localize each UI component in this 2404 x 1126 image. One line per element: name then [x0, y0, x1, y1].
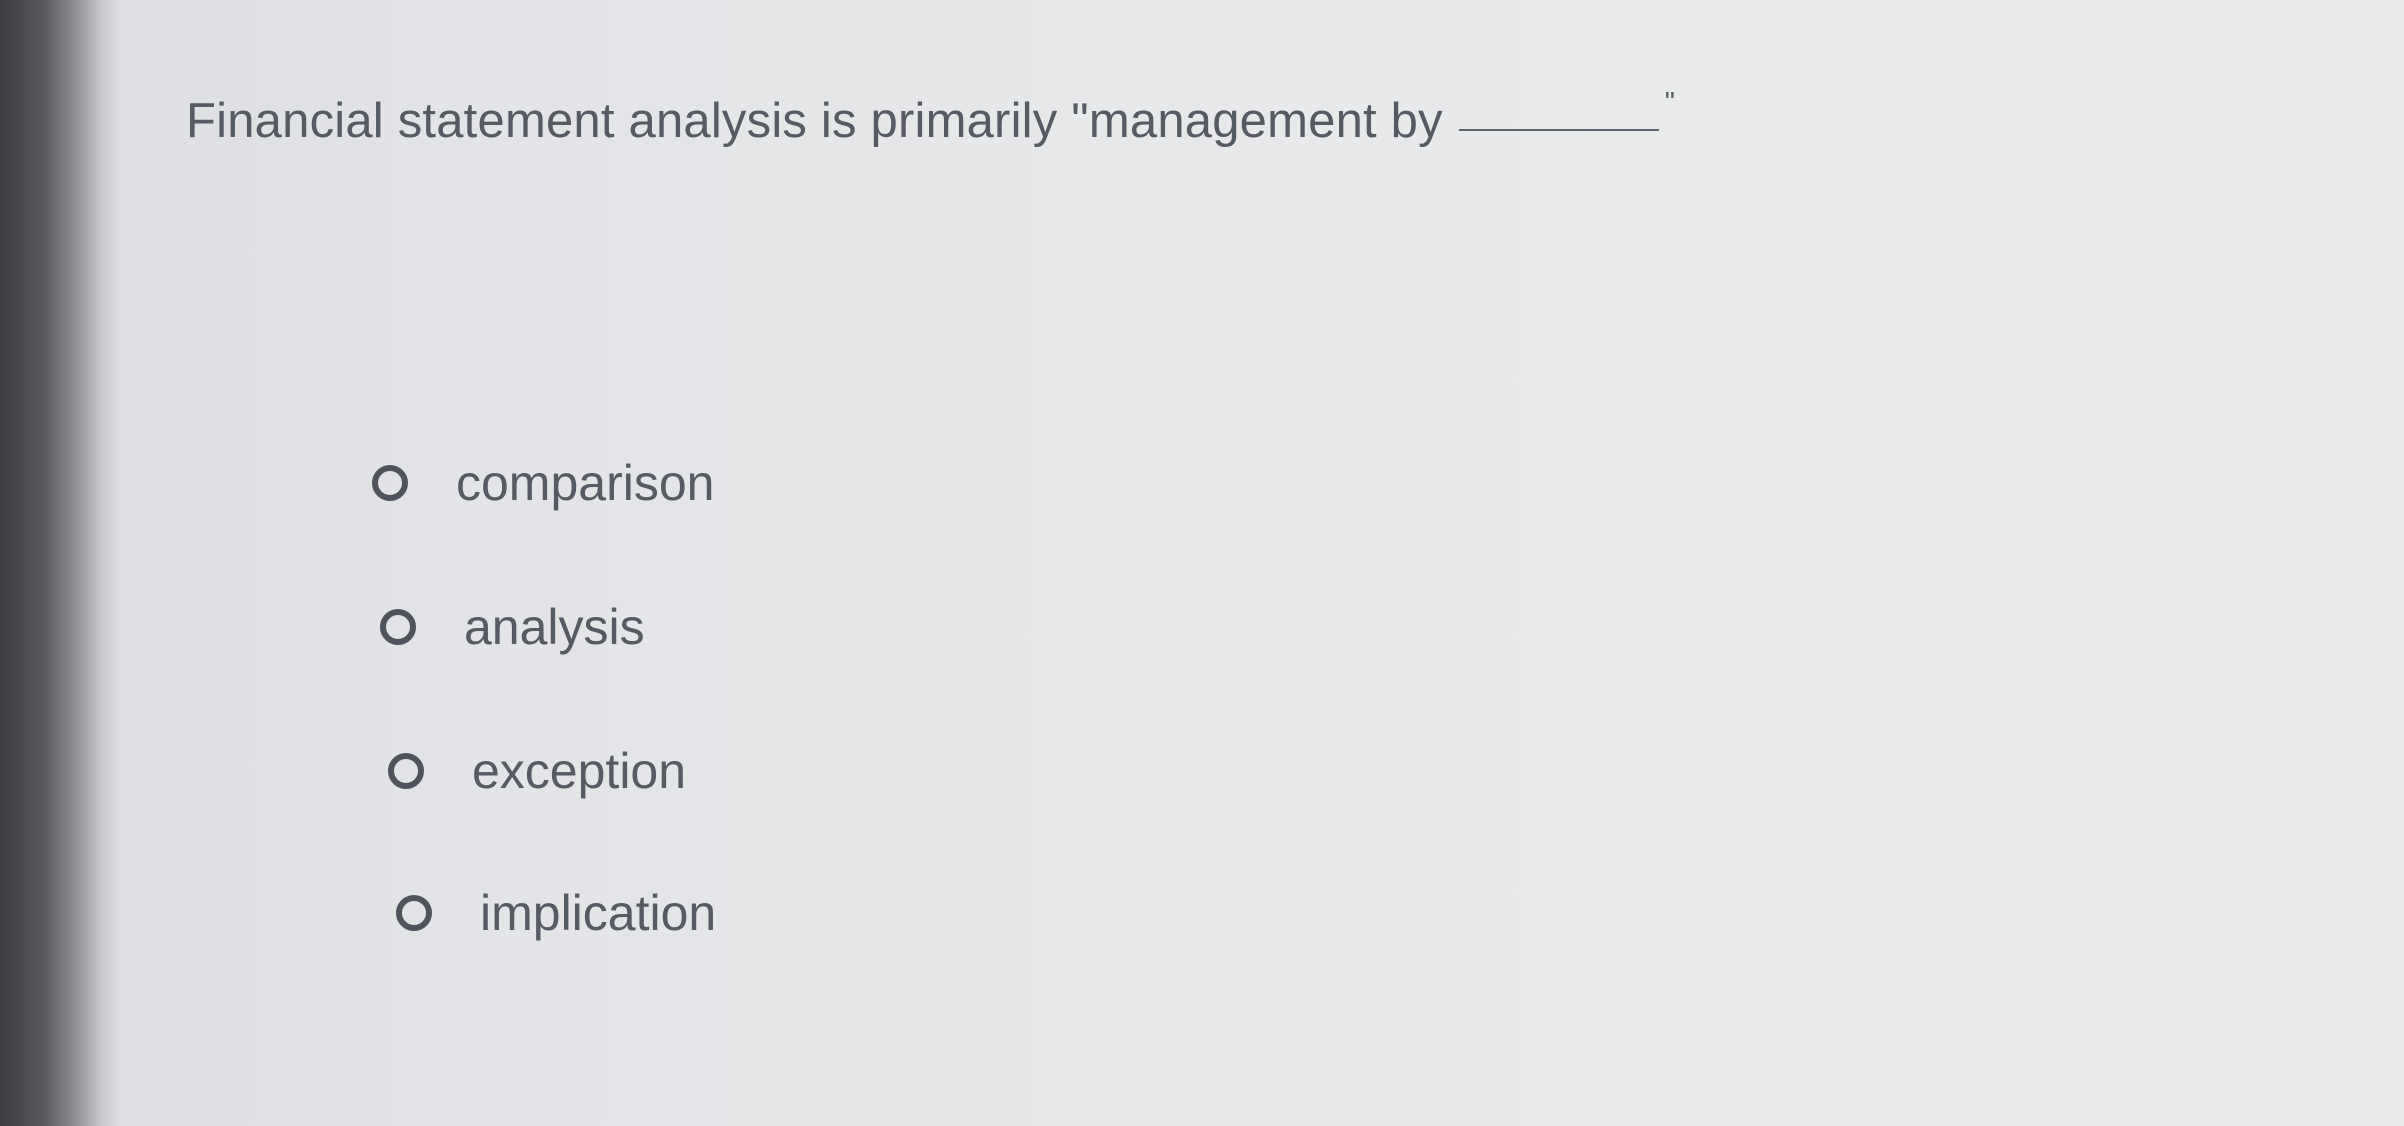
radio-button-icon[interactable] [388, 753, 424, 789]
answer-options: comparison analysis exception implicatio… [0, 0, 2404, 1126]
radio-button-icon[interactable] [380, 609, 416, 645]
radio-button-icon[interactable] [372, 465, 408, 501]
option-exception[interactable]: exception [388, 746, 686, 796]
option-label: comparison [456, 455, 715, 511]
screen: Financial statement analysis is primaril… [0, 0, 2404, 1126]
option-label: exception [472, 743, 687, 799]
option-label: analysis [464, 599, 645, 655]
option-label: implication [480, 885, 717, 941]
radio-button-icon[interactable] [396, 895, 432, 931]
option-comparison[interactable]: comparison [372, 458, 714, 508]
option-implication[interactable]: implication [396, 888, 716, 938]
option-analysis[interactable]: analysis [380, 602, 645, 652]
